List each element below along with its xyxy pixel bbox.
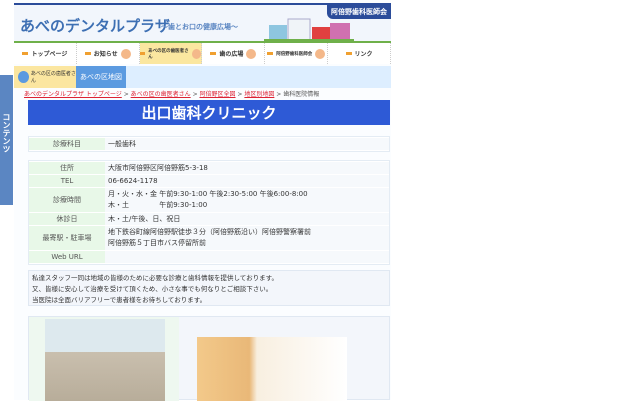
site-subtitle: 〜歯とお口の健康広場〜 [161,23,238,31]
breadcrumb: あべのデンタルプラザ トップページ > あべの区の歯医者さん > 阿倍野区全図 … [24,91,320,98]
side-tab-label: コンテンツ [2,113,11,153]
main-nav: トップページ お知らせ あべの区の歯医者さん 歯の広場 阿倍野歯科医師会 リンク [14,41,391,64]
row-value [105,251,389,263]
table-row: 住所 大阪市阿倍野区阿倍野筋5-3-18 [29,162,389,174]
sub-nav: あべの区の歯医者さん あべの区地図 [14,66,391,88]
character-icon [192,48,202,59]
row-label: TEL [29,175,105,187]
row-value: 地下鉄谷町線阿倍野駅徒歩３分（阿倍野筋沿い）阿倍野警察署前 [108,228,311,236]
row-value: 月・火・水・金 午前9:30-1:00 午後2:30-5:00 午後6:00-8… [108,190,308,198]
row-value: 一般歯科 [105,138,389,150]
table-row: Web URL [29,251,389,263]
crumb-area-map[interactable]: 地区別地図 [244,91,274,98]
table-row: TEL 06-6624-1178 [29,175,389,187]
info-table: 住所 大阪市阿倍野区阿倍野筋5-3-18 TEL 06-6624-1178 診療時間… [28,160,390,265]
row-value: 大阪市阿倍野区阿倍野筋5-3-18 [105,162,389,174]
crumb-dentists[interactable]: あべの区の歯医者さん [131,91,191,98]
clinic-message: 私達スタッフ一同は地域の皆様のために必要な診療と歯科情報を提供しております。 又、… [28,270,390,306]
character-icon [120,48,131,59]
building-exterior-photo [45,319,165,401]
table-row: 最寄駅・駐車場 地下鉄谷町線阿倍野駅徒歩３分（阿倍野筋沿い）阿倍野警察署前 阿倍野筋… [29,226,389,250]
row-label: 診療科目 [29,138,105,150]
row-value: 木・土 午前9:30-1:00 [108,201,208,209]
nav-tooth-plaza[interactable]: 歯の広場 [202,43,266,64]
row-value: 阿倍野筋５丁目市バス停留所前 [108,239,206,247]
nav-dentists[interactable]: あべの区の歯医者さん [139,43,203,64]
row-label: Web URL [29,251,105,263]
buildings-illustration [264,18,354,42]
row-label: 住所 [29,162,105,174]
photo-gallery [28,316,390,401]
site-header: あべのデンタルプラザ 〜歯とお口の健康広場〜 阿倍野歯科医師会 [14,3,391,42]
crumb-ward-map[interactable]: 阿倍野区全図 [200,91,236,98]
table-row: 診療科目 一般歯科 [29,138,389,150]
crumb-current: 歯科医院情報 [283,91,320,98]
row-label: 診療時間 [29,188,105,212]
site-logo[interactable]: あべのデンタルプラザ [20,15,170,36]
character-icon [315,48,326,59]
row-value: 06-6624-1178 [105,175,389,187]
nav-association[interactable]: 阿倍野歯科医師会 [265,43,329,64]
nav-news[interactable]: お知らせ [77,43,140,64]
nav-links[interactable]: リンク [328,43,391,64]
row-label: 休診日 [29,213,105,225]
nav-top[interactable]: トップページ [14,43,77,64]
character-icon [18,71,29,83]
table-row: 休診日 木・土/午後、日、祝日 [29,213,389,225]
subnav-map[interactable]: あべの区地図 [76,66,126,88]
clinic-title: 出口歯科クリニック [28,100,390,125]
row-label: 最寄駅・駐車場 [29,226,105,250]
dept-table: 診療科目 一般歯科 [28,136,390,152]
subnav-dentists[interactable]: あべの区の歯医者さん [14,66,76,88]
page: あべのデンタルプラザ 〜歯とお口の健康広場〜 阿倍野歯科医師会 トップページ お… [14,0,391,401]
table-row: 診療時間 月・火・水・金 午前9:30-1:00 午後2:30-5:00 午後6:… [29,188,389,212]
contents-side-tab[interactable]: コンテンツ [0,75,13,205]
character-icon [246,48,257,59]
clinic-interior-photo [197,337,347,401]
crumb-top[interactable]: あべのデンタルプラザ トップページ [24,91,122,98]
row-value: 木・土/午後、日、祝日 [105,213,389,225]
